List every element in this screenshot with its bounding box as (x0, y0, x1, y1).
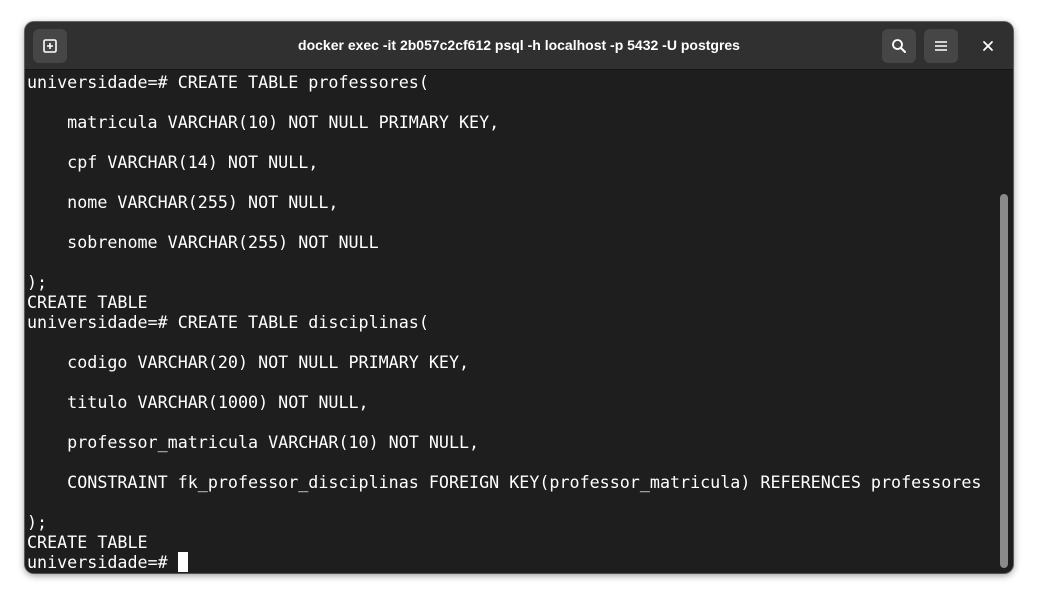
prompt-line: universidade=# (27, 552, 188, 572)
terminal-window: docker exec -it 2b057c2cf612 psql -h loc… (25, 22, 1013, 573)
terminal-line: CREATE TABLE (27, 292, 148, 312)
menu-button[interactable] (924, 29, 958, 63)
window-title: docker exec -it 2b057c2cf612 psql -h loc… (298, 37, 740, 53)
terminal-line: professor_matricula VARCHAR(10) NOT NULL… (27, 432, 480, 452)
terminal-line: CREATE TABLE (27, 532, 148, 552)
hamburger-menu-icon (935, 41, 947, 51)
scrollbar[interactable] (1000, 194, 1008, 568)
terminal-line: codigo VARCHAR(20) NOT NULL PRIMARY KEY, (27, 352, 470, 372)
close-button[interactable] (971, 29, 1005, 63)
search-icon (892, 39, 906, 53)
terminal-line: titulo VARCHAR(1000) NOT NULL, (27, 392, 369, 412)
terminal-line: universidade=# CREATE TABLE disciplinas( (27, 312, 429, 332)
title-bar: docker exec -it 2b057c2cf612 psql -h loc… (25, 22, 1013, 70)
terminal-line: matricula VARCHAR(10) NOT NULL PRIMARY K… (27, 112, 500, 132)
terminal-line: ); (27, 512, 48, 532)
terminal-line: nome VARCHAR(255) NOT NULL, (27, 192, 339, 212)
text-cursor (177, 552, 188, 572)
close-icon (983, 41, 993, 51)
terminal-line: sobrenome VARCHAR(255) NOT NULL (27, 232, 379, 252)
prompt-text: universidade=# (27, 552, 178, 572)
terminal-line: ); (27, 272, 48, 292)
terminal-line: cpf VARCHAR(14) NOT NULL, (27, 152, 319, 172)
terminal-output[interactable]: universidade=# CREATE TABLE professores(… (25, 70, 995, 573)
terminal-line: universidade=# CREATE TABLE professores( (27, 72, 429, 92)
search-button[interactable] (882, 29, 916, 63)
terminal-line: CONSTRAINT fk_professor_disciplinas FORE… (27, 472, 982, 492)
